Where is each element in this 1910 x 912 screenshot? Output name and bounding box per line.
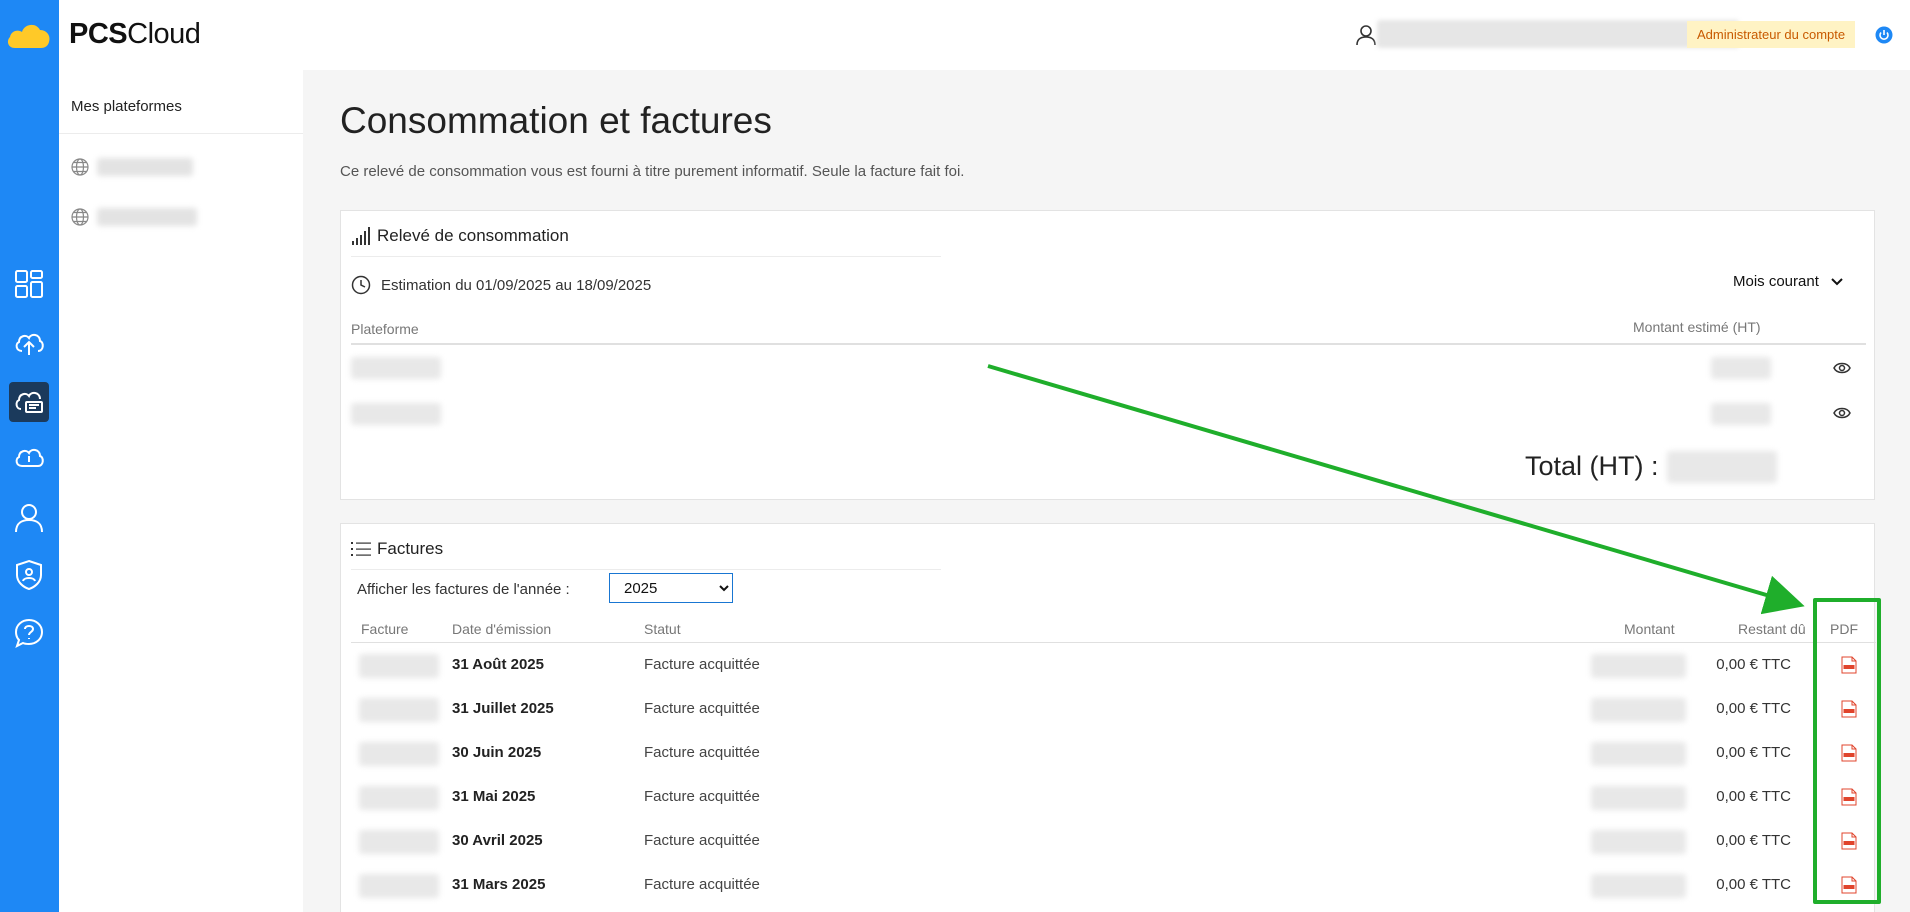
annotation-arrow <box>987 364 1805 615</box>
pdf-column-highlight <box>1813 598 1881 904</box>
